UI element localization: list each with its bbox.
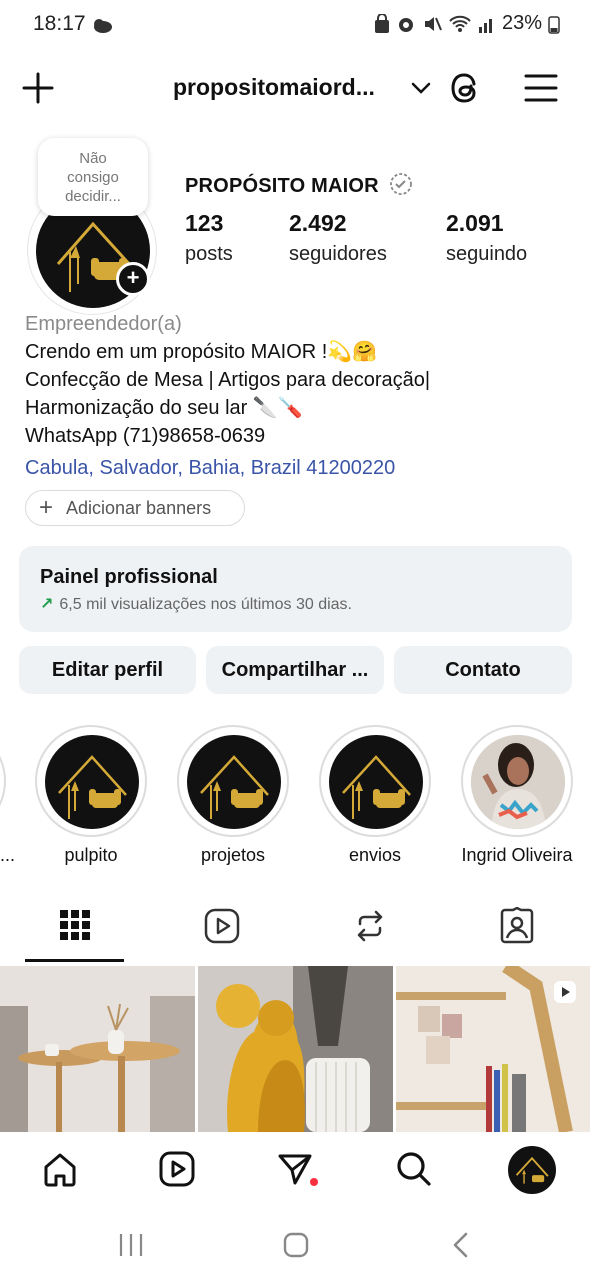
- bottom-navigation: [0, 1132, 590, 1210]
- display-name: PROPÓSITO MAIOR: [185, 172, 413, 198]
- house-logo-icon: [58, 755, 127, 819]
- bio: Empreendedor(a) Crendo em um propósito M…: [25, 310, 585, 482]
- professional-dashboard[interactable]: Painel profissional ↗ 6,5 mil visualizaçõ…: [19, 546, 572, 632]
- trend-up-icon: ↗: [40, 596, 54, 613]
- grid-icon[interactable]: [59, 909, 91, 941]
- person-photo: [471, 735, 565, 829]
- plus-icon: +: [39, 494, 54, 521]
- tagged-icon[interactable]: [499, 907, 535, 945]
- stat-followers[interactable]: 2.492 seguidores: [289, 210, 387, 266]
- dashboard-title: Painel profissional: [40, 566, 218, 588]
- post-image-statue: [198, 966, 393, 1132]
- stat-followers-value: 2.492: [289, 210, 347, 236]
- share-profile-button[interactable]: Compartilhar ...: [206, 646, 384, 694]
- reposts-icon[interactable]: [352, 908, 388, 944]
- bio-line: Confecção de Mesa | Artigos para decoraç…: [25, 369, 431, 391]
- bio-line: Harmonização do seu lar 🔪🪛: [25, 397, 303, 419]
- bio-line: WhatsApp (71)98658-0639: [25, 425, 266, 447]
- post-thumbnail[interactable]: [0, 966, 195, 1132]
- add-banners-label: Adicionar banners: [66, 498, 212, 518]
- house-logo-icon: [515, 1156, 549, 1184]
- stat-following-label: seguindo: [446, 243, 528, 265]
- highlight-pulpito[interactable]: pulpito: [35, 725, 147, 866]
- post-thumbnail[interactable]: [396, 966, 590, 1132]
- reels-tab-icon[interactable]: [204, 908, 240, 944]
- battery-icon: [548, 15, 560, 34]
- stat-following[interactable]: 2.091 seguindo: [446, 210, 527, 266]
- status-time: 18:17: [33, 12, 86, 35]
- dashboard-subtitle: ↗ 6,5 mil visualizações nos últimos 30 di…: [40, 594, 352, 614]
- active-tab-indicator: [25, 959, 124, 962]
- category-label: Empreendedor(a): [25, 313, 182, 335]
- highlight-label: envios: [348, 845, 402, 865]
- plus-icon[interactable]: [22, 72, 54, 104]
- add-story-button[interactable]: +: [116, 262, 150, 296]
- display-name-text: PROPÓSITO MAIOR: [185, 175, 379, 197]
- house-logo-icon: [342, 755, 411, 819]
- weather-icon: [94, 19, 112, 33]
- threads-icon[interactable]: [449, 70, 483, 106]
- content-tabs: [0, 895, 590, 965]
- add-banners-button[interactable]: + Adicionar banners: [25, 490, 245, 526]
- chevron-down-icon[interactable]: [410, 80, 432, 96]
- back-icon[interactable]: [449, 1231, 473, 1259]
- home-icon[interactable]: [42, 1151, 78, 1187]
- reels-icon[interactable]: [159, 1151, 195, 1187]
- highlight-partial-label: ...: [0, 845, 16, 865]
- signal-icon: [478, 18, 492, 33]
- highlight-label: projetos: [200, 845, 266, 865]
- location-link[interactable]: Cabula, Salvador, Bahia, Brazil 41200220: [25, 454, 585, 482]
- person-photo-icon: [471, 735, 565, 829]
- verified-icon: [389, 173, 412, 195]
- highlight-projetos[interactable]: projetos: [177, 725, 289, 866]
- contact-button[interactable]: Contato: [394, 646, 572, 694]
- highlight-ingrid[interactable]: Ingrid Oliveira: [461, 725, 573, 866]
- highlight-label: pulpito: [64, 845, 118, 865]
- house-logo-icon: [200, 755, 269, 819]
- status-icons: 23%: [374, 12, 560, 35]
- bio-line: Crendo em um propósito MAIOR !💫🤗: [25, 341, 378, 363]
- lock-icon: [374, 13, 389, 33]
- username[interactable]: propositomaiord...: [173, 74, 375, 101]
- wifi-icon: [449, 15, 471, 32]
- note-text: Não consigo decidir...: [65, 150, 121, 205]
- recent-apps-icon[interactable]: [117, 1231, 145, 1259]
- system-navigation: [0, 1210, 590, 1280]
- highlight-partial[interactable]: [0, 725, 6, 837]
- stat-posts-label: posts: [185, 243, 233, 265]
- battery-percent: 23%: [501, 12, 542, 34]
- notification-dot: [310, 1178, 318, 1186]
- stat-followers-label: seguidores: [289, 243, 387, 265]
- reel-badge-icon: [554, 981, 576, 1003]
- post-image-tables: [0, 966, 195, 1132]
- note-bubble[interactable]: Não consigo decidir...: [38, 138, 148, 216]
- profile-icon[interactable]: [508, 1146, 556, 1194]
- highlight-envios[interactable]: envios: [319, 725, 431, 866]
- stat-posts-value: 123: [185, 210, 224, 236]
- search-icon[interactable]: [396, 1151, 432, 1187]
- send-icon[interactable]: [277, 1152, 313, 1186]
- stat-following-value: 2.091: [446, 210, 504, 236]
- post-thumbnail[interactable]: [198, 966, 393, 1132]
- status-bar: 18:17 23%: [0, 0, 590, 50]
- stat-posts[interactable]: 123 posts: [185, 210, 233, 266]
- dashboard-subtitle-text: 6,5 mil visualizações nos últimos 30 dia…: [59, 596, 352, 613]
- highlight-label: Ingrid Oliveira: [461, 845, 573, 865]
- menu-icon[interactable]: [524, 72, 558, 104]
- alarm-icon: [398, 17, 413, 32]
- mute-icon: [424, 16, 442, 31]
- edit-profile-button[interactable]: Editar perfil: [19, 646, 196, 694]
- home-button-icon[interactable]: [282, 1231, 310, 1259]
